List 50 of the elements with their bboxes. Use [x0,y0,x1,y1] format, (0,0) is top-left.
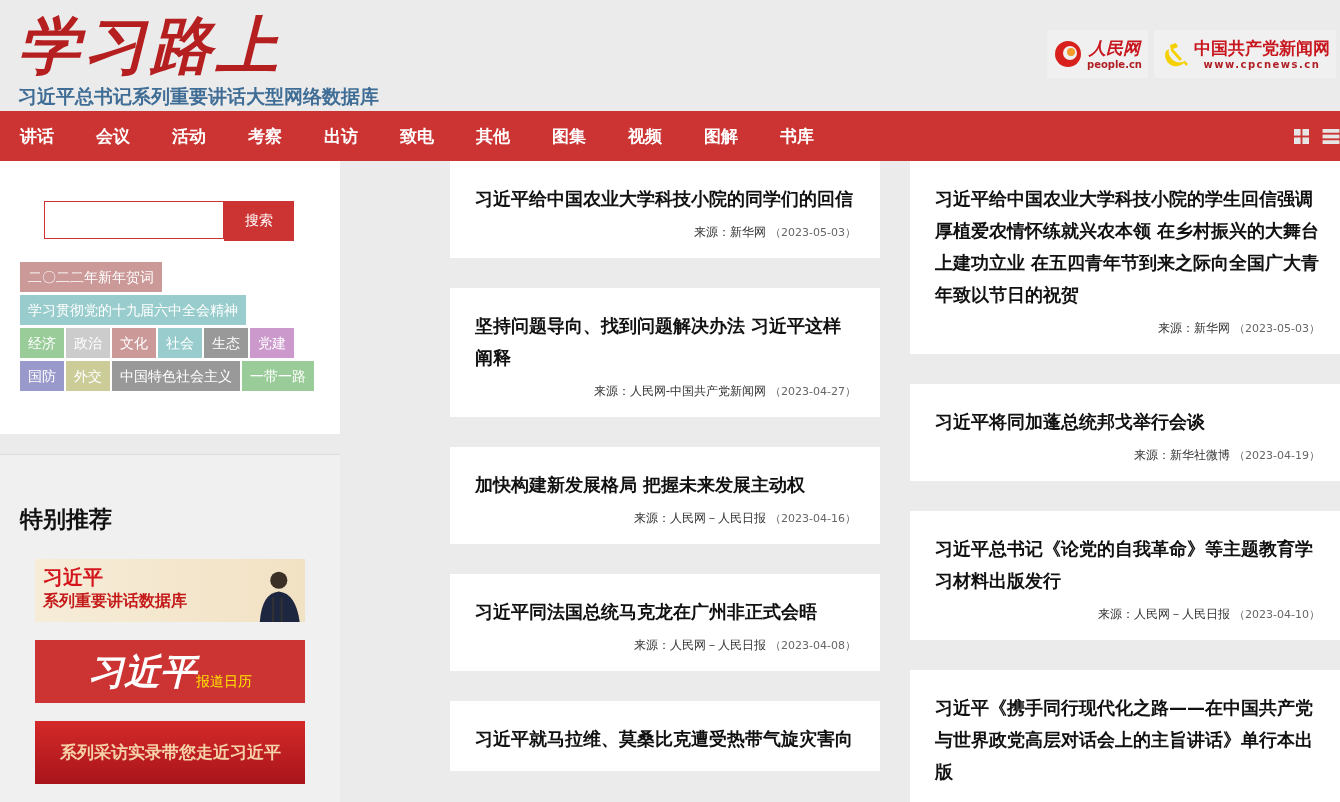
nav-link[interactable]: 出访 [324,124,400,148]
nav-link[interactable]: 其他 [476,124,552,148]
nav-link[interactable]: 会议 [96,124,172,148]
article-title-link[interactable]: 习近平给中国农业大学科技小院的同学们的回信 [475,183,856,215]
swirl-icon [1052,39,1083,69]
article-source: 来源：人民网－人民日报 [634,511,767,525]
article-date: （2023-05-03） [1234,322,1320,335]
article-title-link[interactable]: 坚持问题导向、找到问题解决办法 习近平这样阐释 [475,310,856,374]
article-title-link[interactable]: 习近平就马拉维、莫桑比克遭受热带气旋灾害向 [475,723,856,755]
nav-link[interactable]: 活动 [172,124,248,148]
article-title-link[interactable]: 习近平总书记《论党的自我革命》等主题教育学习材料出版发行 [935,533,1320,597]
calendar-banner[interactable]: 习近平报道日历 [35,640,305,703]
nav-link[interactable]: 考察 [248,124,324,148]
nav-link[interactable]: 图集 [552,124,628,148]
article-source: 来源：新华网 [1158,321,1231,335]
article-source: 来源：新华社微博 [1134,448,1231,462]
nav-link[interactable]: 讲话 [20,124,96,148]
section-heading: 特别推荐 [20,505,113,533]
article-title-link[interactable]: 习近平给中国农业大学科技小院的学生回信强调厚植爱农情怀练就兴农本领 在乡村振兴的大舞台上建功立业 在五四青年节到来之际向全国广大青年致以节日的祝贺 [935,183,1320,311]
nav-link[interactable]: 视频 [628,124,704,148]
topic-tag[interactable]: 中国特色社会主义 [112,361,240,391]
topic-tag[interactable]: 生态 [204,328,248,358]
article-date: （2023-05-03） [770,226,856,239]
article-title-link[interactable]: 习近平将同加蓬总统邦戈举行会谈 [935,406,1320,438]
article-title-link[interactable]: 加快构建新发展格局 把握未来发展主动权 [475,469,856,501]
site-subtitle: 习近平总书记系列重要讲话大型网络数据库 [18,84,379,108]
topic-tag[interactable]: 国防 [20,361,64,391]
nav-link[interactable]: 图解 [704,124,780,148]
article-date: （2023-04-19） [1234,449,1320,462]
partner-logo[interactable]: 中国共产党新闻网 www.cpcnews.cn [1154,30,1336,78]
nav-link[interactable]: 书库 [780,124,856,148]
article-source: 来源：人民网-中国共产党新闻网 [593,384,767,398]
partner-logo[interactable]: 人民网 people.cn [1046,30,1148,78]
search-button[interactable]: 搜索 [224,201,294,241]
search-field[interactable] [44,201,224,239]
article-date: （2023-04-16） [770,512,856,525]
list-view-icon[interactable] [1322,128,1340,144]
article-date: （2023-04-10） [1234,608,1320,621]
article-title-link[interactable]: 习近平同法国总统马克龙在广州非正式会晤 [475,596,856,628]
interview-banner[interactable]: 系列采访实录带您走近习近平 [35,721,305,784]
article-source: 来源：新华网 [694,225,767,239]
site-title: 学习路上 [18,8,283,84]
nav-link[interactable]: 致电 [400,124,476,148]
article-date: （2023-04-08） [770,639,856,652]
article-title-link[interactable]: 习近平《携手同行现代化之路——在中国共产党与世界政党高层对话会上的主旨讲话》单行本出版 [935,692,1320,788]
article-source: 来源：人民网－人民日报 [1098,607,1231,621]
article-date: （2023-04-27） [770,385,856,398]
grid-view-icon[interactable] [1294,128,1309,144]
database-banner[interactable]: 习近平 系列重要讲话数据库 [35,559,305,622]
article-source: 来源：人民网－人民日报 [634,638,767,652]
